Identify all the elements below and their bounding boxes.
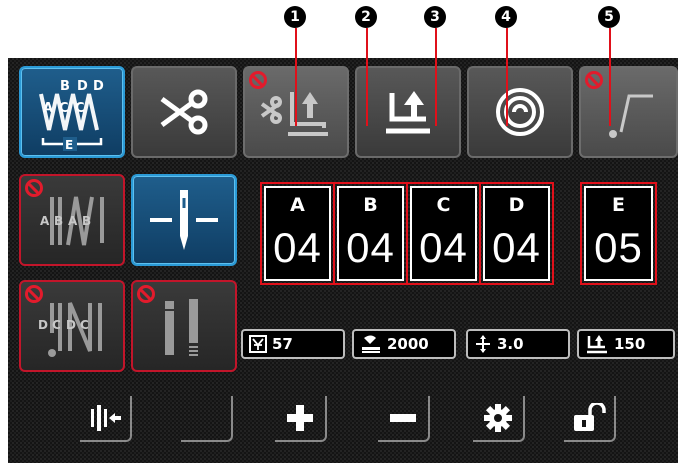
end-bartack-icon: D C D C bbox=[38, 302, 102, 357]
stitch-counter-value: 57 bbox=[272, 335, 293, 353]
thread-trimmer-button[interactable] bbox=[131, 66, 237, 158]
svg-text:D: D bbox=[38, 318, 48, 332]
value-letter: E bbox=[612, 194, 625, 216]
return-origin-icon bbox=[91, 405, 121, 431]
callout-line-1 bbox=[295, 28, 297, 126]
value-letter: D bbox=[508, 194, 525, 216]
gear-icon bbox=[484, 404, 512, 432]
lock-button[interactable] bbox=[564, 396, 616, 442]
value-letter: C bbox=[436, 194, 451, 216]
minus-button[interactable] bbox=[378, 396, 430, 442]
stitch-length-box[interactable]: 3.0 bbox=[466, 329, 570, 359]
unlock-icon bbox=[574, 403, 606, 431]
blank-key-button[interactable] bbox=[181, 396, 233, 442]
condensed-stitch-icon bbox=[165, 299, 198, 356]
plus-icon bbox=[287, 405, 313, 431]
condensed-stitch-button[interactable] bbox=[131, 280, 237, 372]
max-speed-value: 2000 bbox=[387, 335, 429, 353]
value-number: 05 bbox=[594, 224, 643, 271]
bartack-pattern-icon: B D D A C C E bbox=[39, 79, 104, 152]
root: { "callouts": ["1", "2", "3", "4", "5"],… bbox=[0, 0, 678, 463]
max-speed-box[interactable]: 2000 bbox=[352, 329, 456, 359]
prohibited-icon bbox=[25, 179, 43, 197]
svg-text:D: D bbox=[77, 79, 88, 94]
value-number: 04 bbox=[419, 224, 468, 271]
presser-height-value: 150 bbox=[614, 335, 646, 353]
value-number: 04 bbox=[492, 224, 541, 271]
plus-button[interactable] bbox=[275, 396, 327, 442]
counter-icon bbox=[249, 335, 267, 353]
reverse-bartack-abab-button[interactable]: A B A B bbox=[19, 174, 125, 266]
stitch-counter-box[interactable]: 57 bbox=[241, 329, 345, 359]
stitch-length-value: 3.0 bbox=[497, 335, 524, 353]
prohibited-icon bbox=[585, 71, 603, 89]
svg-text:C: C bbox=[80, 318, 89, 332]
value-letter: B bbox=[363, 194, 378, 216]
presser-height-box[interactable]: 150 bbox=[577, 329, 675, 359]
speed-icon bbox=[362, 335, 380, 353]
value-box-a[interactable]: A 04 bbox=[260, 182, 335, 285]
callout-line-4 bbox=[506, 28, 508, 126]
stitch-pattern-button[interactable]: B D D A C C E bbox=[19, 66, 125, 158]
needle-icon bbox=[150, 190, 218, 250]
callout-3: 3 bbox=[424, 6, 446, 28]
svg-text:C: C bbox=[75, 101, 85, 116]
svg-text:E: E bbox=[65, 138, 73, 152]
callout-1: 1 bbox=[284, 6, 306, 28]
value-number: 04 bbox=[346, 224, 395, 271]
presser-foot-up-icon bbox=[386, 91, 430, 134]
reverse-bartack-icon: A B A B bbox=[40, 196, 104, 246]
value-box-c[interactable]: C 04 bbox=[406, 182, 481, 285]
value-box-b[interactable]: B 04 bbox=[333, 182, 408, 285]
return-origin-button[interactable] bbox=[80, 396, 132, 442]
minus-icon bbox=[390, 414, 416, 422]
scissors-icon bbox=[160, 89, 208, 135]
svg-text:B: B bbox=[60, 79, 70, 94]
svg-text:A: A bbox=[43, 101, 53, 116]
prohibited-icon bbox=[137, 285, 155, 303]
presser-height-icon bbox=[587, 335, 607, 354]
callout-line-5 bbox=[609, 28, 611, 126]
callout-4: 4 bbox=[495, 6, 517, 28]
callout-line-3 bbox=[435, 28, 437, 126]
value-number: 04 bbox=[273, 224, 322, 271]
reverse-bartack-dcdc-button[interactable]: D C D C bbox=[19, 280, 125, 372]
svg-text:B: B bbox=[82, 214, 91, 228]
callout-line-2 bbox=[366, 28, 368, 126]
svg-text:C: C bbox=[59, 101, 69, 116]
value-box-e[interactable]: E 05 bbox=[580, 182, 657, 285]
svg-text:A: A bbox=[68, 214, 78, 228]
settings-button[interactable] bbox=[473, 396, 525, 442]
operation-panel-screen: B D D A C C E A B A B D C D C A 04 B 04 … bbox=[8, 28, 678, 463]
soft-start-icon bbox=[608, 94, 653, 138]
needle-position-button[interactable] bbox=[131, 174, 237, 266]
callout-5: 5 bbox=[598, 6, 620, 28]
svg-text:A: A bbox=[40, 214, 50, 228]
tension-spiral-icon bbox=[496, 88, 544, 136]
value-letter: A bbox=[290, 194, 305, 216]
prohibited-icon bbox=[249, 71, 267, 89]
svg-text:D: D bbox=[66, 318, 76, 332]
callout-2: 2 bbox=[355, 6, 377, 28]
presser-foot-lift-button[interactable] bbox=[355, 66, 461, 158]
stitch-length-icon bbox=[476, 335, 490, 353]
svg-text:B: B bbox=[54, 214, 63, 228]
svg-text:C: C bbox=[52, 318, 61, 332]
svg-text:D: D bbox=[93, 79, 104, 94]
prohibited-icon bbox=[25, 285, 43, 303]
soft-start-button[interactable] bbox=[579, 66, 678, 158]
thread-tension-button[interactable] bbox=[467, 66, 573, 158]
value-box-d[interactable]: D 04 bbox=[479, 182, 554, 285]
